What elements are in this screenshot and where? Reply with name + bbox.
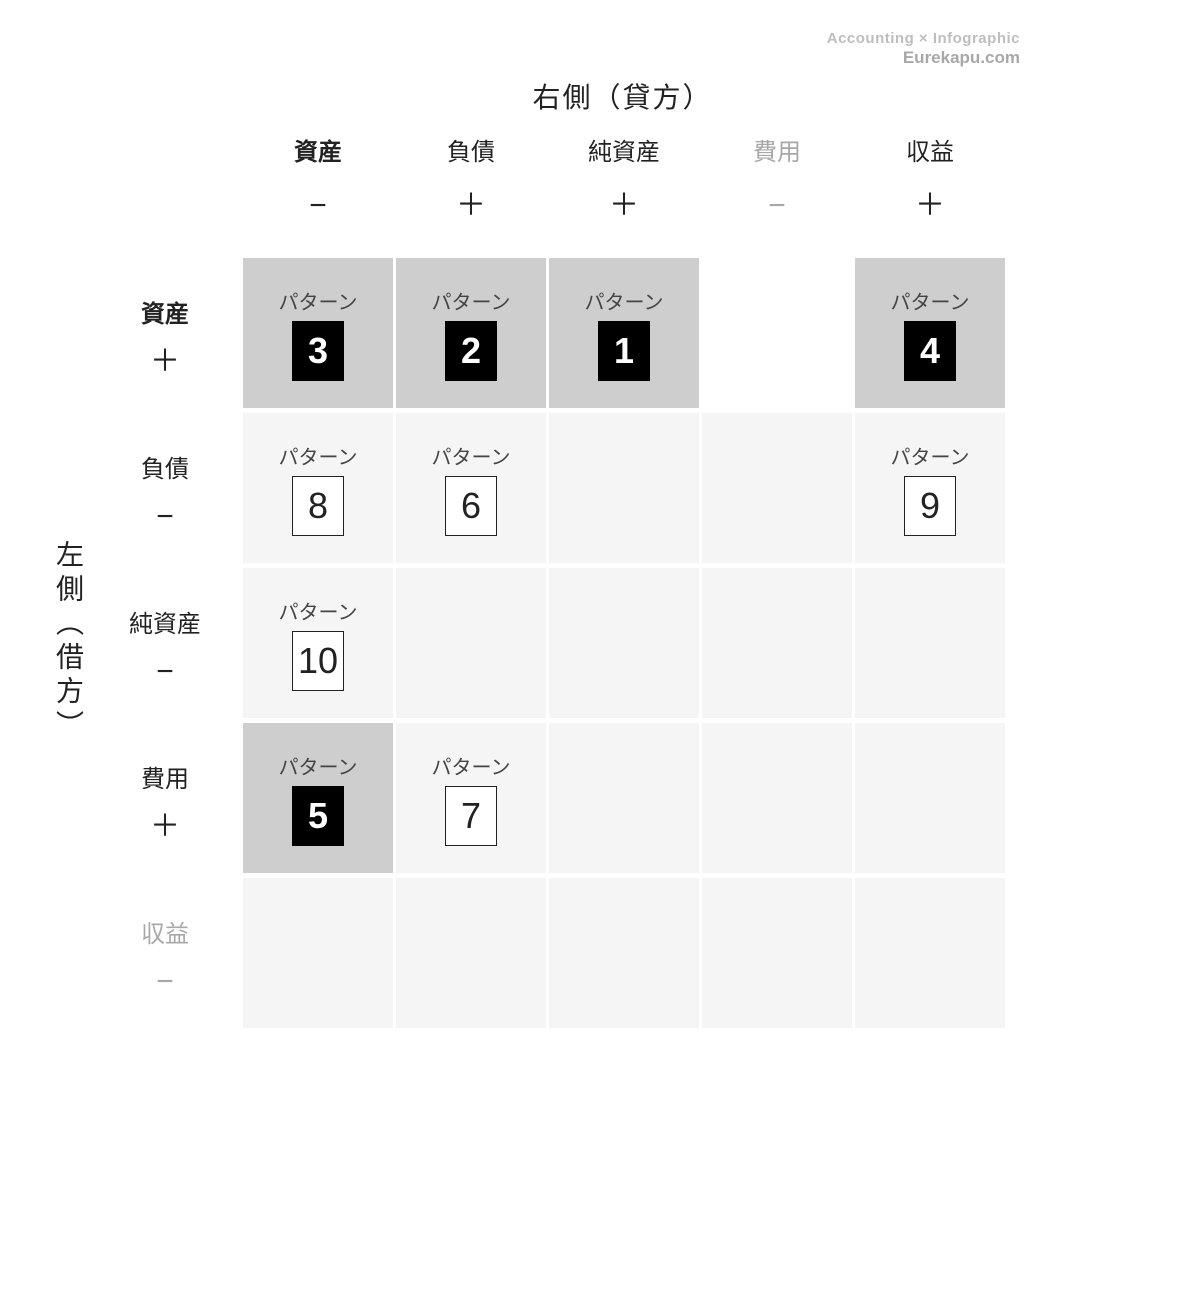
col-header-0: 資産 − xyxy=(243,132,393,221)
pattern-label: パターン xyxy=(891,441,970,470)
side-axis-title: 左側（借方） xyxy=(48,540,88,744)
cell-r1-c2 xyxy=(549,413,699,563)
row-header-label: 負債 xyxy=(100,449,230,484)
cell-r4-c2 xyxy=(549,878,699,1028)
cell-r0-c1: パターン 2 xyxy=(396,258,546,408)
col-header-label: 費用 xyxy=(702,132,852,167)
pattern-number: 5 xyxy=(292,786,344,846)
row-header-sign: ＋ xyxy=(100,812,230,842)
pattern-label: パターン xyxy=(279,751,358,780)
pattern-number: 7 xyxy=(445,786,497,846)
pattern-number: 8 xyxy=(292,476,344,536)
cell-r3-c4 xyxy=(855,723,1005,873)
attribution-line1: Accounting × Infographic xyxy=(827,30,1020,48)
pattern-label: パターン xyxy=(891,286,970,315)
pattern-number: 2 xyxy=(445,321,497,381)
cell-r2-c0: パターン 10 xyxy=(243,568,393,718)
cell-r2-c4 xyxy=(855,568,1005,718)
pattern-number: 9 xyxy=(904,476,956,536)
cell-r4-c4 xyxy=(855,878,1005,1028)
cell-r1-c1: パターン 6 xyxy=(396,413,546,563)
col-header-label: 純資産 xyxy=(549,132,699,167)
pattern-label: パターン xyxy=(585,286,664,315)
col-header-3: 費用 − xyxy=(702,132,852,221)
col-header-sign: ＋ xyxy=(549,191,699,221)
cell-r1-c0: パターン 8 xyxy=(243,413,393,563)
pattern-number: 4 xyxy=(904,321,956,381)
cell-r4-c3 xyxy=(702,878,852,1028)
col-header-sign: − xyxy=(243,191,393,221)
cell-r3-c1: パターン 7 xyxy=(396,723,546,873)
row-header-2: 純資産 − xyxy=(100,604,230,687)
cell-r1-c3 xyxy=(702,413,852,563)
col-header-sign: ＋ xyxy=(396,191,546,221)
pattern-number: 10 xyxy=(292,631,344,691)
col-header-4: 収益 ＋ xyxy=(855,132,1005,221)
cell-r0-c0: パターン 3 xyxy=(243,258,393,408)
row-header-sign: − xyxy=(100,502,230,532)
row-header-0: 資産 ＋ xyxy=(100,294,230,377)
pattern-label: パターン xyxy=(432,286,511,315)
row-header-label: 費用 xyxy=(100,759,230,794)
cell-r0-c2: パターン 1 xyxy=(549,258,699,408)
row-header-sign: − xyxy=(100,657,230,687)
cell-r2-c3 xyxy=(702,568,852,718)
pattern-number: 3 xyxy=(292,321,344,381)
row-header-label: 収益 xyxy=(100,914,230,949)
col-header-label: 収益 xyxy=(855,132,1005,167)
top-axis-title: 右側（貸方） xyxy=(240,76,1005,116)
row-header-sign: − xyxy=(100,967,230,997)
col-header-1: 負債 ＋ xyxy=(396,132,546,221)
pattern-label: パターン xyxy=(279,441,358,470)
row-header-1: 負債 − xyxy=(100,449,230,532)
pattern-label: パターン xyxy=(432,751,511,780)
cell-r1-c4: パターン 9 xyxy=(855,413,1005,563)
cell-r2-c2 xyxy=(549,568,699,718)
col-header-2: 純資産 ＋ xyxy=(549,132,699,221)
row-header-4: 収益 − xyxy=(100,914,230,997)
col-header-sign: − xyxy=(702,191,852,221)
row-header-label: 純資産 xyxy=(100,604,230,639)
col-header-label: 資産 xyxy=(243,132,393,167)
cell-r3-c3 xyxy=(702,723,852,873)
col-header-label: 負債 xyxy=(396,132,546,167)
cell-r3-c2 xyxy=(549,723,699,873)
pattern-number: 1 xyxy=(598,321,650,381)
pattern-label: パターン xyxy=(279,596,358,625)
pattern-label: パターン xyxy=(279,286,358,315)
cell-r2-c1 xyxy=(396,568,546,718)
col-header-sign: ＋ xyxy=(855,191,1005,221)
cell-r4-c1 xyxy=(396,878,546,1028)
row-header-sign: ＋ xyxy=(100,347,230,377)
row-header-label: 資産 xyxy=(100,294,230,329)
cell-r4-c0 xyxy=(243,878,393,1028)
pattern-label: パターン xyxy=(432,441,511,470)
attribution: Accounting × Infographic Eurekapu.com xyxy=(827,30,1020,68)
cell-r0-c3 xyxy=(702,258,852,408)
cell-r3-c0: パターン 5 xyxy=(243,723,393,873)
row-header-3: 費用 ＋ xyxy=(100,759,230,842)
cell-r0-c4: パターン 4 xyxy=(855,258,1005,408)
pattern-number: 6 xyxy=(445,476,497,536)
attribution-line2: Eurekapu.com xyxy=(827,48,1020,68)
